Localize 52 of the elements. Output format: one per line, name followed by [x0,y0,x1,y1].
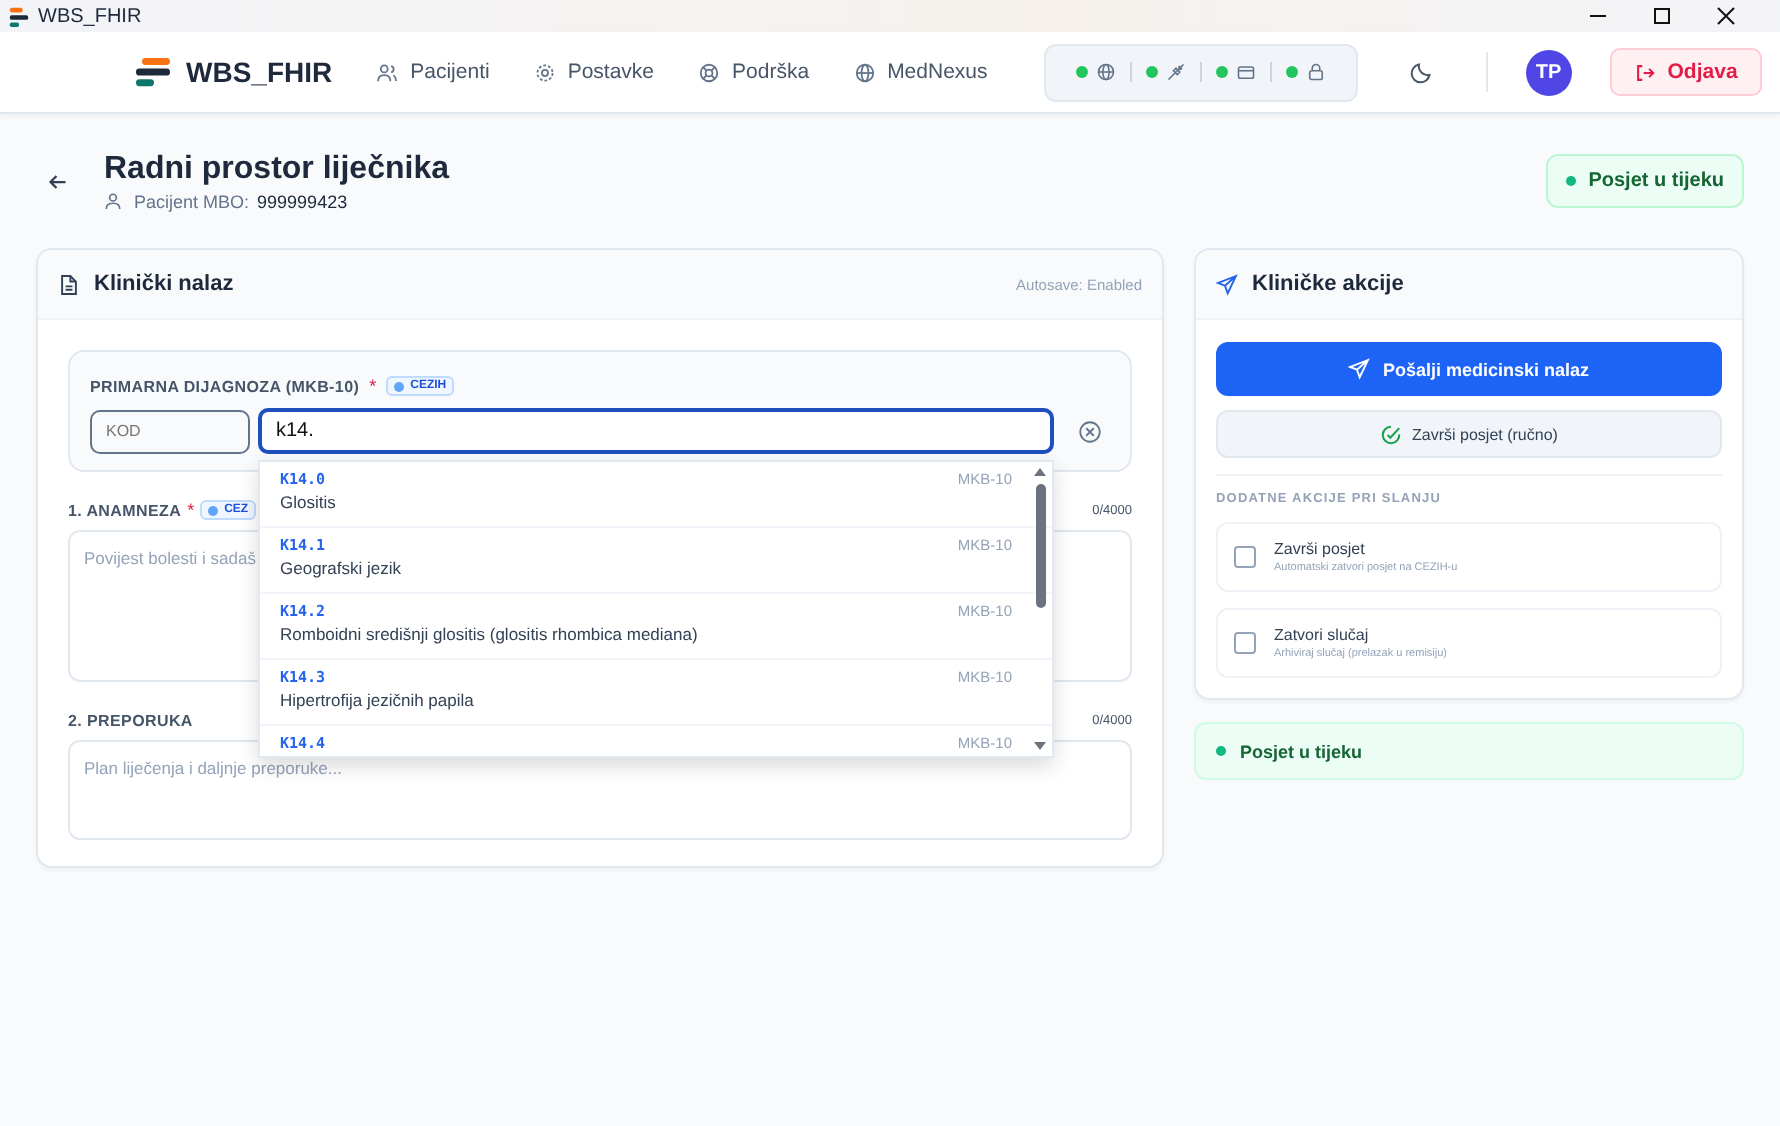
lifebuoy-icon [698,61,721,83]
users-icon [376,61,399,83]
patient-mbo: 999999423 [257,191,348,211]
send-icon [1348,358,1371,380]
gear-icon [533,61,556,83]
moon-icon[interactable] [1409,60,1434,84]
card-title: Klinički nalaz [94,272,234,296]
window-title: WBS_FHIR [38,5,142,27]
card-icon [1235,62,1256,82]
diagnosis-search-field[interactable]: k14. [258,408,1054,454]
field-label: PRIMARNA DIJAGNOZA (MKB-10) [90,377,360,395]
nav-link[interactable]: Podrška [698,60,810,84]
card-title: Kliničke akcije [1252,272,1404,296]
diagnosis-name: Geografski jezik [280,558,403,578]
lock-icon [1305,62,1326,82]
person-icon [104,192,122,210]
diagnosis-name: Glositis [280,492,338,512]
diagnosis-name: Hipertrofija jezičnih papila [280,690,476,710]
app-logo-icon [8,5,30,27]
required-marker: * [187,500,195,520]
finish-visit-button[interactable]: Završi posjet (ručno) [1216,410,1722,458]
code-field[interactable]: KOD [90,409,250,453]
nav-link[interactable]: MedNexus [853,60,988,84]
nav-link[interactable]: Pacijenti [376,60,490,84]
option-title: Završi posjet [1274,540,1367,558]
close-icon[interactable] [1716,6,1736,26]
required-marker: * [369,376,377,396]
visit-status-badge: Posjet u tijeku [1546,154,1744,208]
send-report-button[interactable]: Pošalji medicinski nalaz [1216,342,1722,396]
globe-icon [1095,62,1116,82]
globe-icon [853,61,876,83]
logout-icon [1633,61,1656,83]
send-icon [1216,273,1238,295]
visit-status-banner: Posjet u tijeku [1194,722,1744,780]
diagnosis-name: Romboidni središnji glositis (glositis rhombica mediana) [280,624,700,644]
option-title: Zatvori slučaj [1274,626,1371,644]
user-avatar[interactable]: TP [1525,49,1572,95]
patient-label: Pacijent MBO: [134,191,250,211]
document-icon [58,273,80,295]
plug-off-icon [1165,62,1186,82]
brand-logo-icon [134,56,174,88]
back-arrow-icon[interactable] [46,169,70,193]
brand-name: WBS_FHIR [186,56,333,88]
checkbox[interactable] [1234,546,1256,568]
clear-icon[interactable] [1078,419,1102,443]
checkbox[interactable] [1234,632,1256,654]
logout-button[interactable]: Odjava [1609,48,1762,96]
maximize-icon[interactable] [1652,6,1672,26]
section-label: 1. ANAMNEZA [68,501,182,519]
section-label: 2. PREPORUKA [68,711,193,729]
page-title: Radni prostor liječnika [104,151,449,187]
nav-link[interactable]: Postavke [533,60,655,84]
